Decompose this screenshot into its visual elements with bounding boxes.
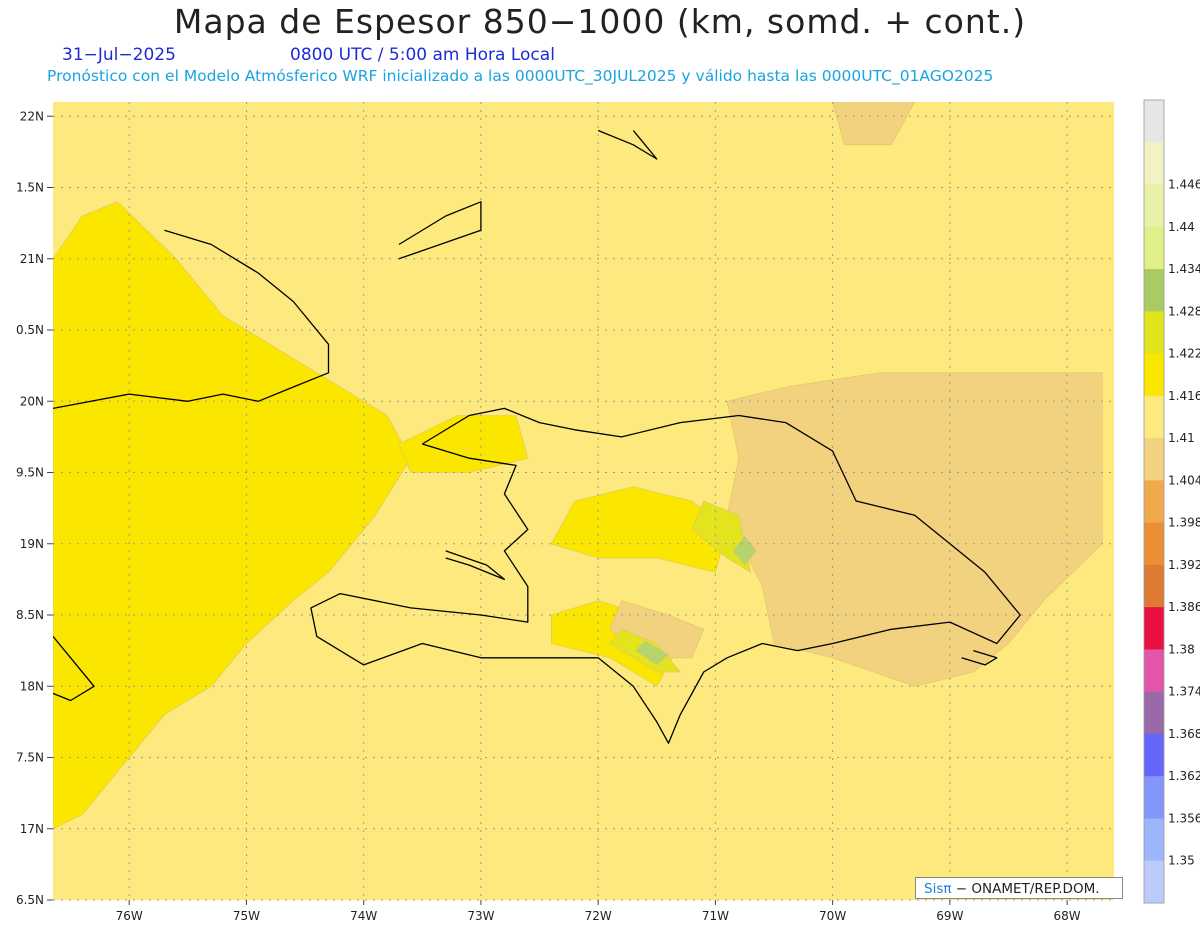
lon-tick-label: 73W [467, 909, 494, 923]
colorbar-swatch [1144, 226, 1164, 270]
colorbar-label: 1.416 [1168, 389, 1200, 403]
colorbar-label: 1.362 [1168, 769, 1200, 783]
colorbar-swatch [1144, 269, 1164, 312]
colorbar-label: 1.446 [1168, 178, 1200, 192]
colorbar-swatch [1144, 733, 1164, 777]
colorbar-swatch [1144, 564, 1164, 608]
colorbar-swatch [1144, 395, 1164, 439]
lat-tick-label: 0.5N [16, 323, 44, 337]
colorbar-swatch [1144, 860, 1164, 904]
colorbar-label: 1.398 [1168, 516, 1200, 530]
colorbar-swatch [1144, 480, 1164, 524]
colorbar-label: 1.41 [1168, 431, 1195, 445]
lat-tick-label: 18N [20, 679, 44, 693]
lon-tick-label: 75W [233, 909, 260, 923]
lon-tick-label: 72W [585, 909, 612, 923]
colorbar-swatch [1144, 353, 1164, 397]
lat-tick-label: 6.5N [16, 893, 44, 907]
colorbar-label: 1.38 [1168, 642, 1195, 656]
colorbar-swatch [1144, 184, 1164, 228]
lon-tick-label: 71W [702, 909, 729, 923]
colorbar-swatch [1144, 100, 1164, 143]
colorbar-swatch [1144, 818, 1164, 862]
colorbar-label: 1.44 [1168, 220, 1195, 234]
lat-tick-label: 22N [20, 109, 44, 123]
colorbar-label: 1.422 [1168, 347, 1200, 361]
colorbar-label: 1.386 [1168, 600, 1200, 614]
lon-tick-label: 74W [350, 909, 377, 923]
colorbar-label: 1.374 [1168, 685, 1200, 699]
colorbar: 1.446 1.44 1.434 1.428 1.422 1.416 1.41 1.404 1.… [1143, 99, 1200, 904]
colorbar-label: 1.404 [1168, 473, 1200, 487]
credit-box: Sisπ − ONAMET/REP.DOM. [915, 877, 1123, 899]
colorbar-swatch [1144, 522, 1164, 566]
lat-tick-label: 19N [20, 537, 44, 551]
lat-tick-label: 7.5N [16, 751, 44, 765]
colorbar-swatch [1144, 649, 1164, 693]
credit-prefix: Sisπ [924, 881, 952, 897]
colorbar-swatch [1144, 776, 1164, 819]
thickness-map: 76W 75W 74W 73W 72W 71W 70W 69W 68W 22N 1.5N 21N 0.5… [16, 99, 1200, 923]
lon-tick-label: 76W [116, 909, 143, 923]
colorbar-swatch [1144, 691, 1164, 735]
lat-tick-label: 20N [20, 394, 44, 408]
colorbar-label: 1.35 [1168, 854, 1195, 868]
colorbar-label: 1.428 [1168, 304, 1200, 318]
colorbar-label: 1.434 [1168, 262, 1200, 276]
thickness-shading [53, 102, 1114, 900]
lat-tick-label: 17N [20, 822, 44, 836]
credit-suffix: − ONAMET/REP.DOM. [955, 881, 1100, 897]
colorbar-swatch [1144, 311, 1164, 355]
lat-tick-label: 1.5N [16, 181, 44, 195]
lat-tick-label: 21N [20, 252, 44, 266]
lon-tick-label: 68W [1054, 909, 1081, 923]
colorbar-swatch [1144, 438, 1164, 481]
lat-tick-label: 9.5N [16, 466, 44, 480]
colorbar-label: 1.356 [1168, 811, 1200, 825]
colorbar-swatch [1144, 142, 1164, 186]
colorbar-label: 1.392 [1168, 558, 1200, 572]
colorbar-label: 1.368 [1168, 727, 1200, 741]
lat-tick-label: 8.5N [16, 608, 44, 622]
lon-tick-label: 70W [819, 909, 846, 923]
colorbar-swatch [1144, 607, 1164, 650]
lon-tick-label: 69W [936, 909, 963, 923]
